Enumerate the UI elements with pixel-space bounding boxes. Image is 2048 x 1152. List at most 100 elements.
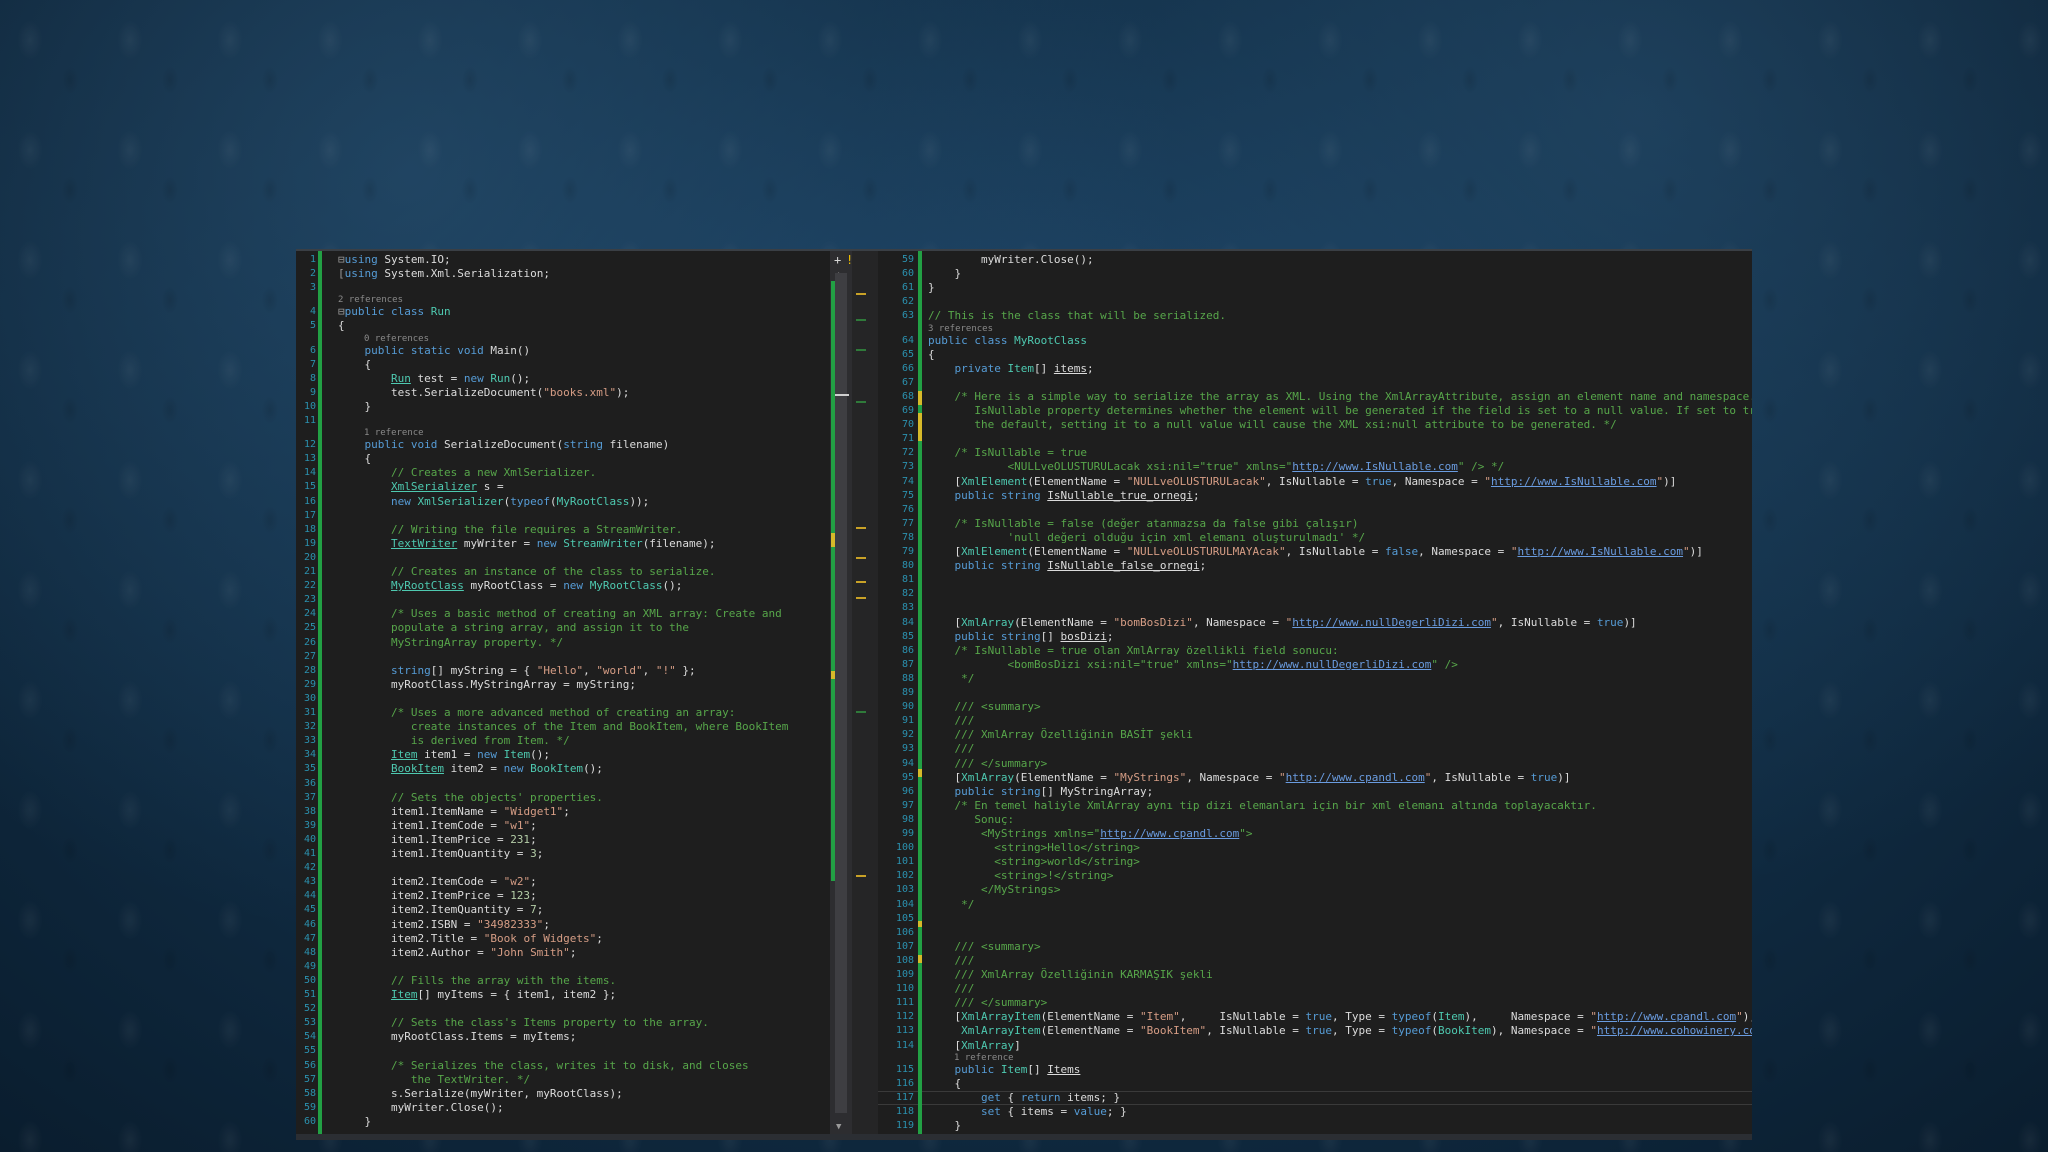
code-text[interactable]: item2.ItemQuantity = 7;: [338, 903, 543, 917]
code-text[interactable]: is derived from Item. */: [338, 734, 570, 748]
code-text[interactable]: Sonuç:: [928, 813, 1014, 827]
code-text[interactable]: myRootClass.MyStringArray = myString;: [338, 678, 636, 692]
code-text[interactable]: }: [338, 1115, 371, 1129]
code-text[interactable]: MyStringArray property. */: [338, 636, 563, 650]
code-text[interactable]: {: [928, 1077, 961, 1091]
code-text[interactable]: set { items = value; }: [928, 1105, 1127, 1119]
code-text[interactable]: BookItem item2 = new BookItem();: [338, 762, 603, 776]
code-text[interactable]: {: [928, 348, 935, 362]
code-text[interactable]: }: [928, 281, 935, 295]
code-text[interactable]: /* IsNullable = false (değer atanmazsa d…: [928, 517, 1359, 531]
code-text[interactable]: TextWriter myWriter = new StreamWriter(f…: [338, 537, 716, 551]
code-text[interactable]: public string[] MyStringArray;: [928, 785, 1154, 799]
left-code-pane[interactable]: 1 ⊟using System.IO; 2 [using System.Xml.Ser…: [296, 251, 830, 1134]
code-text[interactable]: {: [338, 452, 371, 466]
code-text[interactable]: ⊟using System.IO;: [338, 253, 451, 267]
code-text[interactable]: test.SerializeDocument("books.xml");: [338, 386, 629, 400]
code-text[interactable]: public static void Main(): [338, 344, 531, 358]
code-text[interactable]: /* Uses a more advanced method of creati…: [338, 706, 735, 720]
code-text[interactable]: ///: [928, 954, 975, 968]
code-text[interactable]: public string[] bosDizi;: [928, 630, 1114, 644]
scroll-down-arrow-icon[interactable]: ▼: [836, 1123, 841, 1132]
code-text[interactable]: public string IsNullable_true_ornegi;: [928, 489, 1200, 503]
code-text[interactable]: new XmlSerializer(typeof(MyRootClass));: [338, 495, 649, 509]
code-text[interactable]: item2.ISBN = "34982333";: [338, 918, 550, 932]
code-text[interactable]: /* IsNullable = true: [928, 446, 1087, 460]
code-text[interactable]: // Fills the array with the items.: [338, 974, 616, 988]
code-text[interactable]: // Creates an instance of the class to s…: [338, 565, 716, 579]
code-text[interactable]: [XmlArray(ElementName = "bomBosDizi", Na…: [928, 616, 1636, 630]
code-text[interactable]: ///: [928, 742, 975, 756]
code-text[interactable]: XmlArrayItem(ElementName = "BookItem", I…: [928, 1024, 1752, 1038]
code-text[interactable]: /* Uses a basic method of creating an XM…: [338, 607, 782, 621]
code-text[interactable]: string[] myString = { "Hello", "world", …: [338, 664, 696, 678]
code-text[interactable]: item1.ItemQuantity = 3;: [338, 847, 543, 861]
code-text[interactable]: [XmlArrayItem(ElementName = "Item", IsNu…: [928, 1010, 1752, 1024]
code-text[interactable]: Item item1 = new Item();: [338, 748, 550, 762]
code-text[interactable]: item1.ItemPrice = 231;: [338, 833, 537, 847]
code-text[interactable]: [XmlElement(ElementName = "NULLveOLUSTUR…: [928, 545, 1702, 559]
code-text[interactable]: [XmlArray(ElementName = "MyStrings", Nam…: [928, 771, 1570, 785]
code-text[interactable]: /// XmlArray Özelliğinin KARMAŞIK şekli: [928, 968, 1213, 982]
code-text[interactable]: */: [928, 672, 974, 686]
code-text[interactable]: populate a string array, and assign it t…: [338, 621, 689, 635]
code-text[interactable]: // Sets the class's Items property to th…: [338, 1016, 709, 1030]
code-text[interactable]: item1.ItemName = "Widget1";: [338, 805, 570, 819]
code-text[interactable]: s.Serialize(myWriter, myRootClass);: [338, 1087, 623, 1101]
code-text[interactable]: /// <summary>: [928, 700, 1041, 714]
code-text[interactable]: 'null değeri olduğu için xml elemanı olu…: [928, 531, 1365, 545]
code-text[interactable]: myWriter.Close();: [928, 253, 1094, 267]
code-text[interactable]: public void SerializeDocument(string fil…: [338, 438, 670, 452]
code-text[interactable]: XmlSerializer s =: [338, 480, 504, 494]
code-text[interactable]: MyRootClass myRootClass = new MyRootClas…: [338, 579, 682, 593]
code-text[interactable]: item2.ItemPrice = 123;: [338, 889, 537, 903]
code-text[interactable]: the TextWriter. */: [338, 1073, 530, 1087]
code-text[interactable]: item1.ItemCode = "w1";: [338, 819, 537, 833]
code-text[interactable]: </MyStrings>: [928, 883, 1060, 897]
code-text[interactable]: the default, setting it to a null value …: [928, 418, 1616, 432]
code-text[interactable]: Item[] myItems = { item1, item2 };: [338, 988, 616, 1002]
code-text[interactable]: /// <summary>: [928, 940, 1041, 954]
code-text[interactable]: /// </summary>: [928, 757, 1048, 771]
code-text[interactable]: }: [928, 267, 961, 281]
code-text[interactable]: /// </summary>: [928, 996, 1048, 1010]
code-text[interactable]: /* En temel haliyle XmlArray aynı tip di…: [928, 799, 1597, 813]
code-text[interactable]: create instances of the Item and BookIte…: [338, 720, 789, 734]
code-text[interactable]: Run test = new Run();: [338, 372, 530, 386]
code-text[interactable]: myRootClass.Items = myItems;: [338, 1030, 576, 1044]
code-text[interactable]: <string>Hello</string>: [928, 841, 1140, 855]
code-text[interactable]: /* IsNullable = true olan XmlArray özell…: [928, 644, 1339, 658]
code-text[interactable]: item2.ItemCode = "w2";: [338, 875, 537, 889]
scrollbar-thumb[interactable]: [835, 273, 847, 1113]
code-text[interactable]: item2.Author = "John Smith";: [338, 946, 576, 960]
code-text[interactable]: {: [338, 358, 371, 372]
vertical-scrollbar[interactable]: + ! ▲ ▼: [830, 251, 878, 1134]
code-text[interactable]: ⊟public class Run: [338, 305, 451, 319]
code-text[interactable]: public class MyRootClass: [928, 334, 1087, 348]
warning-icon[interactable]: !: [846, 253, 853, 267]
code-text[interactable]: <NULLveOLUSTURULacak xsi:nil="true" xmln…: [928, 460, 1504, 474]
split-window-icon[interactable]: +: [834, 253, 841, 267]
code-text[interactable]: */: [928, 898, 974, 912]
scrollbar-track[interactable]: + ! ▲ ▼: [830, 251, 853, 1134]
code-text[interactable]: <bomBosDizi xsi:nil="true" xmlns="http:/…: [928, 658, 1457, 672]
code-text[interactable]: IsNullable property determines whether t…: [928, 404, 1752, 418]
code-text[interactable]: [using System.Xml.Serialization;: [338, 267, 550, 281]
code-text[interactable]: /* Serializes the class, writes it to di…: [338, 1059, 749, 1073]
code-text[interactable]: ///: [928, 982, 975, 996]
code-text[interactable]: private Item[] items;: [928, 362, 1094, 376]
code-text[interactable]: public string IsNullable_false_ornegi;: [928, 559, 1207, 573]
code-text[interactable]: /// XmlArray Özelliğinin BASİT şekli: [928, 728, 1193, 742]
horizontal-scrollbar[interactable]: [296, 1134, 1752, 1140]
code-text[interactable]: // Writing the file requires a StreamWri…: [338, 523, 682, 537]
code-text[interactable]: myWriter.Close();: [338, 1101, 504, 1115]
code-text[interactable]: [XmlElement(ElementName = "NULLveOLUSTUR…: [928, 475, 1676, 489]
code-text[interactable]: <string>world</string>: [928, 855, 1140, 869]
code-text[interactable]: ///: [928, 714, 975, 728]
code-text[interactable]: public Item[] Items: [928, 1063, 1081, 1077]
right-code-pane[interactable]: 59 myWriter.Close(); 60 } 61} 62 63 // This i…: [878, 251, 1752, 1134]
code-text[interactable]: }: [928, 1119, 961, 1133]
code-text[interactable]: // Sets the objects' properties.: [338, 791, 603, 805]
code-text[interactable]: <string>!</string>: [928, 869, 1113, 883]
code-text[interactable]: get { return items; }: [928, 1091, 1120, 1105]
